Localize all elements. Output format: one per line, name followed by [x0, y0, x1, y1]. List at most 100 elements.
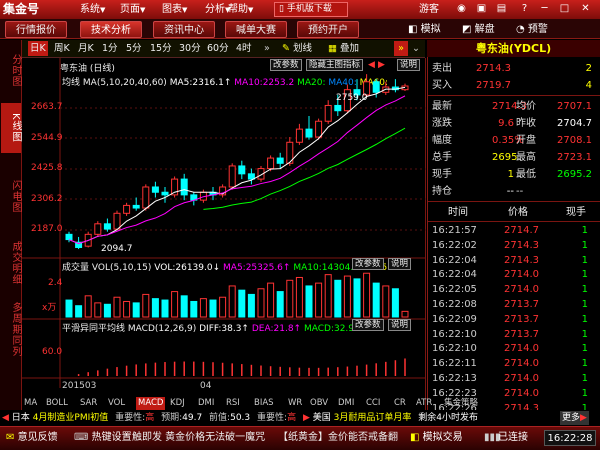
- trade-row[interactable]: 16:22:09 2713.7 1: [432, 312, 592, 327]
- nav-kline[interactable]: K线图: [1, 103, 21, 153]
- menu-analysis[interactable]: 分析▼: [205, 2, 230, 17]
- volume-bar: [161, 299, 169, 318]
- economic-ticker[interactable]: ◀ 日本 4月制造业PMI初值 重要性:高 预期:49.7 前值:50.3 重要…: [2, 412, 478, 425]
- trade-volume: 1: [581, 254, 588, 266]
- period-4hour[interactable]: 4时: [236, 41, 252, 56]
- candle-body: [267, 157, 275, 170]
- trade-price: 2714.0: [504, 343, 539, 355]
- indicator-tab-cci[interactable]: CCI: [366, 397, 380, 410]
- indicator-tab-vol[interactable]: VOL: [108, 397, 125, 410]
- period-month[interactable]: 月K: [78, 41, 94, 56]
- lock-icon[interactable]: ▣: [475, 2, 488, 16]
- sim-trade-button[interactable]: ◧ 模拟交易: [410, 430, 463, 446]
- indicator-tab-obv[interactable]: OBV: [310, 397, 328, 410]
- news-ticker-2[interactable]: 【纸黄金】金价能否戒备翻: [278, 430, 398, 446]
- nav-multi-period[interactable]: 多周期同列: [1, 300, 21, 358]
- ticker-importance-label: 重要性:: [115, 413, 146, 423]
- menu-page[interactable]: 页面▼: [120, 2, 145, 17]
- indicator-tab-集金策略[interactable]: 集金策略: [444, 397, 478, 410]
- toolbar-expand-icon[interactable]: »: [394, 41, 408, 56]
- close-icon[interactable]: ✕: [579, 2, 592, 16]
- menu-help[interactable]: 帮助▼: [228, 2, 253, 17]
- menu-chart[interactable]: 图表▼: [162, 2, 187, 17]
- indicator-tab-ma[interactable]: MA: [24, 397, 37, 410]
- commentary-tab[interactable]: ◩ 解盘: [462, 21, 495, 38]
- draw-line-button[interactable]: ✎ 划线: [282, 41, 312, 56]
- chevron-down-icon: ▼: [140, 6, 146, 14]
- chevron-right-icon[interactable]: »: [264, 41, 270, 56]
- trade-row[interactable]: 16:22:10 2714.0 1: [432, 341, 592, 356]
- tab-contest[interactable]: 喊单大赛: [225, 21, 287, 38]
- trade-row[interactable]: 16:22:13 2714.0 1: [432, 371, 592, 386]
- indicator-tab-boll[interactable]: BOLL: [46, 397, 68, 410]
- stat-label: 均价: [516, 101, 536, 112]
- period-60min[interactable]: 60分: [207, 41, 229, 56]
- help-button-macd[interactable]: 说明: [388, 319, 412, 331]
- indicator-tab-kdj[interactable]: KDJ: [170, 397, 185, 410]
- tab-technical-analysis[interactable]: 技术分析: [80, 21, 142, 38]
- vol-legend: 成交量 VOL(5,10,15) VOL:26139.0↓ MA5:25325.…: [62, 260, 396, 273]
- indicator-tab-cr[interactable]: CR: [394, 397, 406, 410]
- kline-chart[interactable]: [22, 58, 426, 410]
- trade-row[interactable]: 16:21:57 2714.7 1: [432, 223, 592, 238]
- tab-news[interactable]: 资讯中心: [153, 21, 215, 38]
- trade-price: 2714.0: [504, 373, 539, 384]
- trade-time: 16:22:11: [432, 358, 477, 370]
- trade-time: 16:22:05: [432, 284, 477, 296]
- indicator-tab-wr[interactable]: WR: [288, 397, 302, 410]
- mobile-download-button[interactable]: ▯ 手机版下载: [274, 2, 348, 17]
- trade-time: 16:22:10: [432, 343, 477, 355]
- more-button[interactable]: 更多▶: [560, 411, 589, 425]
- trade-row[interactable]: 16:22:02 2714.3 1: [432, 238, 592, 253]
- nav-timeshare[interactable]: 分时图: [1, 50, 21, 90]
- help-button-vol[interactable]: 说明: [388, 258, 412, 270]
- menu-system[interactable]: 系统▼: [80, 2, 105, 17]
- change-params-button-vol[interactable]: 改参数: [352, 258, 384, 270]
- hotkey-button[interactable]: ⌨ 热键设置: [74, 430, 132, 446]
- indicator-tab-bias[interactable]: BIAS: [254, 397, 274, 410]
- indicator-tab-dmi[interactable]: DMI: [198, 397, 214, 410]
- trade-volume: 1: [581, 313, 588, 325]
- stat-value: 2704.7: [557, 118, 592, 129]
- period-15min[interactable]: 15分: [150, 41, 172, 56]
- change-params-button-macd[interactable]: 改参数: [352, 319, 384, 331]
- feedback-button[interactable]: ✉ 意见反馈: [6, 430, 58, 446]
- indicator-tab-rsi[interactable]: RSI: [226, 397, 240, 410]
- connection-status: 已连接: [498, 432, 528, 443]
- settings-icon[interactable]: ▤: [495, 2, 508, 16]
- tab-open-account[interactable]: 预约开户: [297, 21, 359, 38]
- period-week[interactable]: 周K: [54, 41, 70, 56]
- quote-stat-row: 涨跌 9.6 昨收 2704.7: [432, 116, 592, 131]
- nav-trade-detail[interactable]: 成交明细: [1, 240, 21, 286]
- stat-value: 2708.1: [557, 135, 592, 146]
- minimize-icon[interactable]: ─: [538, 2, 551, 16]
- indicator-tab-sar[interactable]: SAR: [80, 397, 97, 410]
- trade-row[interactable]: 16:22:08 2713.7 1: [432, 297, 592, 312]
- trade-row[interactable]: 16:22:04 2714.3 1: [432, 253, 592, 268]
- trade-row[interactable]: 16:22:10 2713.7 1: [432, 327, 592, 342]
- volume-bar: [209, 299, 217, 318]
- period-5min[interactable]: 5分: [126, 41, 142, 56]
- nav-lightning[interactable]: 闪电图: [1, 176, 21, 216]
- volume-bar: [219, 296, 227, 318]
- trade-row[interactable]: 16:22:11 2714.0 1: [432, 356, 592, 371]
- indicator-tab-atr[interactable]: ATR: [416, 397, 432, 410]
- maximize-icon[interactable]: □: [558, 2, 571, 16]
- candle-body: [103, 223, 111, 230]
- period-30min[interactable]: 30分: [179, 41, 201, 56]
- period-day[interactable]: 日K: [28, 41, 48, 56]
- trade-row[interactable]: 16:22:05 2714.0 1: [432, 282, 592, 297]
- alert-tab[interactable]: ◔ 预警: [516, 21, 548, 38]
- simulate-tab[interactable]: ◧ 模拟: [408, 21, 441, 38]
- skin-icon[interactable]: ◉: [455, 2, 468, 16]
- trade-row[interactable]: 16:22:04 2714.0 1: [432, 267, 592, 282]
- indicator-tab-dmi[interactable]: DMI: [338, 397, 354, 410]
- user-label[interactable]: 游客: [419, 2, 439, 17]
- overlay-button[interactable]: ▦ 叠加: [328, 41, 359, 56]
- tab-quotes[interactable]: 行情报价: [5, 21, 67, 38]
- period-1min[interactable]: 1分: [102, 41, 118, 56]
- toolbar-more-icon[interactable]: ⌄: [412, 41, 420, 56]
- news-ticker[interactable]: 触即发 黄金价格无法破一魔咒: [132, 430, 265, 446]
- help-icon[interactable]: ?: [518, 2, 531, 16]
- indicator-tab-macd[interactable]: MACD: [136, 397, 166, 410]
